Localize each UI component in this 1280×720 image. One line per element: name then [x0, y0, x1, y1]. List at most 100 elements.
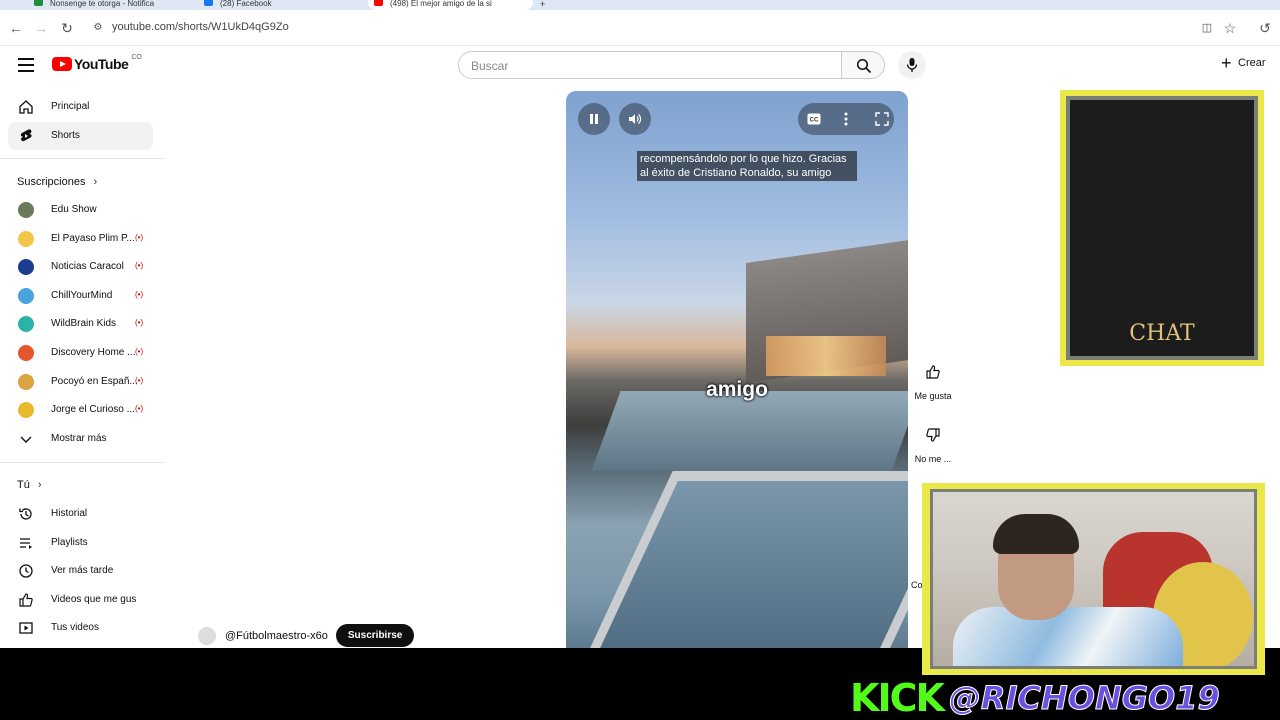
reload-icon[interactable]: ↻ — [59, 20, 75, 36]
subscriptions-title: Suscripciones — [17, 176, 86, 188]
sidebar-subscription-item[interactable]: El Payaso Plim P... (•) — [8, 225, 153, 253]
channel-avatar — [18, 402, 34, 419]
sidebar-item-label: Jorge el Curioso ... — [51, 404, 135, 416]
sidebar-subscription-item[interactable]: Discovery Home ... (•) — [8, 339, 153, 367]
channel-avatar[interactable] — [198, 626, 216, 645]
kick-handle: @RICHONGO19 — [948, 679, 1220, 718]
video-subtitles: recompensándolo por lo que hizo. Gracias… — [637, 151, 857, 181]
install-icon[interactable]: ◫ — [1199, 20, 1215, 36]
video-caption: amigo — [706, 378, 768, 401]
video-top-controls: CC — [798, 103, 894, 135]
tab-favicon-icon — [374, 0, 383, 6]
search-button[interactable] — [841, 51, 885, 79]
sidebar-show-more[interactable]: Mostrar más — [8, 425, 153, 453]
live-broadcast-icon: (•) — [135, 232, 144, 242]
home-icon — [19, 100, 33, 114]
youtube-logo[interactable]: YouTube CO — [52, 54, 142, 72]
like-button[interactable] — [918, 357, 948, 387]
bookmark-star-icon[interactable]: ☆ — [1222, 20, 1238, 36]
sidebar-item-label: Shorts — [51, 130, 80, 141]
menu-icon[interactable] — [18, 58, 34, 72]
sidebar-item-label: ChillYourMind — [51, 289, 113, 301]
sidebar-divider — [0, 158, 165, 159]
chevron-right-icon: › — [93, 176, 98, 188]
channel-name[interactable]: @Fútbolmaestro-x6o — [225, 630, 328, 642]
sidebar-subscription-item[interactable]: WildBrain Kids (•) — [8, 310, 153, 338]
live-broadcast-icon: (•) — [135, 404, 144, 414]
sidebar-item-watch-later[interactable]: Ver más tarde — [8, 557, 153, 585]
like-icon — [19, 593, 33, 607]
sidebar-divider — [0, 462, 165, 463]
chat-overlay-label: CHAT — [1129, 321, 1195, 346]
subscribe-button[interactable]: Suscribirse — [335, 624, 415, 647]
microphone-icon — [906, 58, 918, 72]
like-action[interactable]: Me gusta — [910, 357, 956, 401]
sidebar-item-label: Pocoyó en Españ... — [51, 375, 137, 387]
dislike-button[interactable] — [918, 420, 948, 450]
sidebar-subscription-item[interactable]: Edu Show — [8, 196, 153, 224]
sidebar-item-label: Edu Show — [51, 204, 97, 215]
channel-avatar — [18, 202, 34, 218]
voice-search-button[interactable] — [898, 51, 926, 79]
channel-avatar — [18, 259, 34, 276]
search-icon — [856, 58, 872, 74]
new-tab-button[interactable]: + — [540, 0, 556, 10]
sidebar-subscription-item[interactable]: Pocoyó en Españ... (•) — [8, 368, 153, 396]
sidebar-item-shorts[interactable]: Shorts — [8, 122, 153, 150]
dislike-label: No me ... — [914, 454, 952, 464]
playlists-icon — [20, 538, 32, 549]
sidebar-item-playlists[interactable]: Playlists — [8, 529, 153, 557]
sidebar-item-label: Noticias Caracol — [51, 261, 124, 273]
live-broadcast-icon: (•) — [135, 318, 144, 328]
browser-tabstrip: Nonsenge te otorga - Notifica (28) Faceb… — [0, 0, 1280, 10]
sidebar-item-label: Playlists — [51, 537, 88, 548]
sidebar-item-your-videos[interactable]: Tus videos — [8, 614, 153, 642]
url-text[interactable]: youtube.com/shorts/W1UkD4qG9Zo — [112, 21, 289, 33]
watch-later-icon — [19, 564, 33, 578]
volume-button[interactable] — [619, 103, 651, 135]
chevron-down-icon — [20, 436, 32, 443]
chat-overlay-panel: CHAT — [1066, 96, 1258, 360]
youtube-play-icon — [52, 57, 72, 71]
more-options-icon[interactable] — [844, 112, 848, 126]
history-sync-icon[interactable]: ↺ — [1257, 20, 1273, 36]
sidebar-item-historial[interactable]: Historial — [8, 500, 153, 528]
live-broadcast-icon: (•) — [135, 375, 144, 385]
closed-captions-icon[interactable]: CC — [807, 113, 821, 125]
channel-avatar — [18, 287, 34, 304]
subscriptions-section-title[interactable]: Suscripciones › — [17, 176, 97, 188]
you-section-title[interactable]: Tú › — [17, 479, 42, 491]
dislike-action[interactable]: No me ... — [910, 420, 956, 464]
shorts-video-player[interactable]: CC recompensándolo por lo que hizo. Grac… — [566, 91, 908, 648]
tab-title: (498) El mejor amigo de la si — [390, 0, 492, 8]
back-icon[interactable]: ← — [8, 20, 24, 36]
logo-text: YouTube — [74, 56, 129, 72]
browser-tab-2[interactable]: (28) Facebook — [198, 0, 368, 10]
volume-icon — [629, 114, 642, 124]
channel-avatar — [18, 373, 34, 390]
video-scene-jacuzzi — [579, 471, 908, 648]
sidebar-subscription-item[interactable]: ChillYourMind (•) — [8, 282, 153, 310]
search-input[interactable]: Buscar — [458, 51, 842, 79]
webcam-overlay-frame — [922, 483, 1265, 675]
thumbs-down-icon — [926, 428, 940, 442]
address-bar: ← → ↻ ⚙ youtube.com/shorts/W1UkD4qG9Zo ◫… — [0, 10, 1280, 46]
search-bar: Buscar — [458, 51, 885, 79]
browser-tab-1[interactable]: Nonsenge te otorga - Notifica — [28, 0, 198, 10]
create-button[interactable]: Crear — [1212, 52, 1274, 76]
channel-avatar — [18, 230, 34, 247]
sidebar-item-liked-videos[interactable]: Videos que me gus... — [8, 586, 153, 614]
tab-title: Nonsenge te otorga - Notifica — [50, 0, 155, 8]
sidebar-item-label: Discovery Home ... — [51, 347, 136, 358]
chat-overlay-frame: CHAT — [1060, 90, 1264, 366]
sidebar-subscription-item[interactable]: Jorge el Curioso ... (•) — [8, 396, 153, 424]
chevron-right-icon: › — [37, 479, 42, 491]
sidebar-subscription-item[interactable]: Noticias Caracol (•) — [8, 253, 153, 281]
sidebar-item-principal[interactable]: Principal — [8, 93, 153, 121]
forward-icon[interactable]: → — [33, 20, 49, 36]
video-scene-pool — [591, 391, 908, 471]
browser-tab-3[interactable]: (498) El mejor amigo de la si — [368, 0, 533, 10]
site-info-icon[interactable]: ⚙ — [90, 20, 106, 36]
fullscreen-icon[interactable] — [875, 112, 889, 126]
pause-button[interactable] — [578, 103, 610, 135]
